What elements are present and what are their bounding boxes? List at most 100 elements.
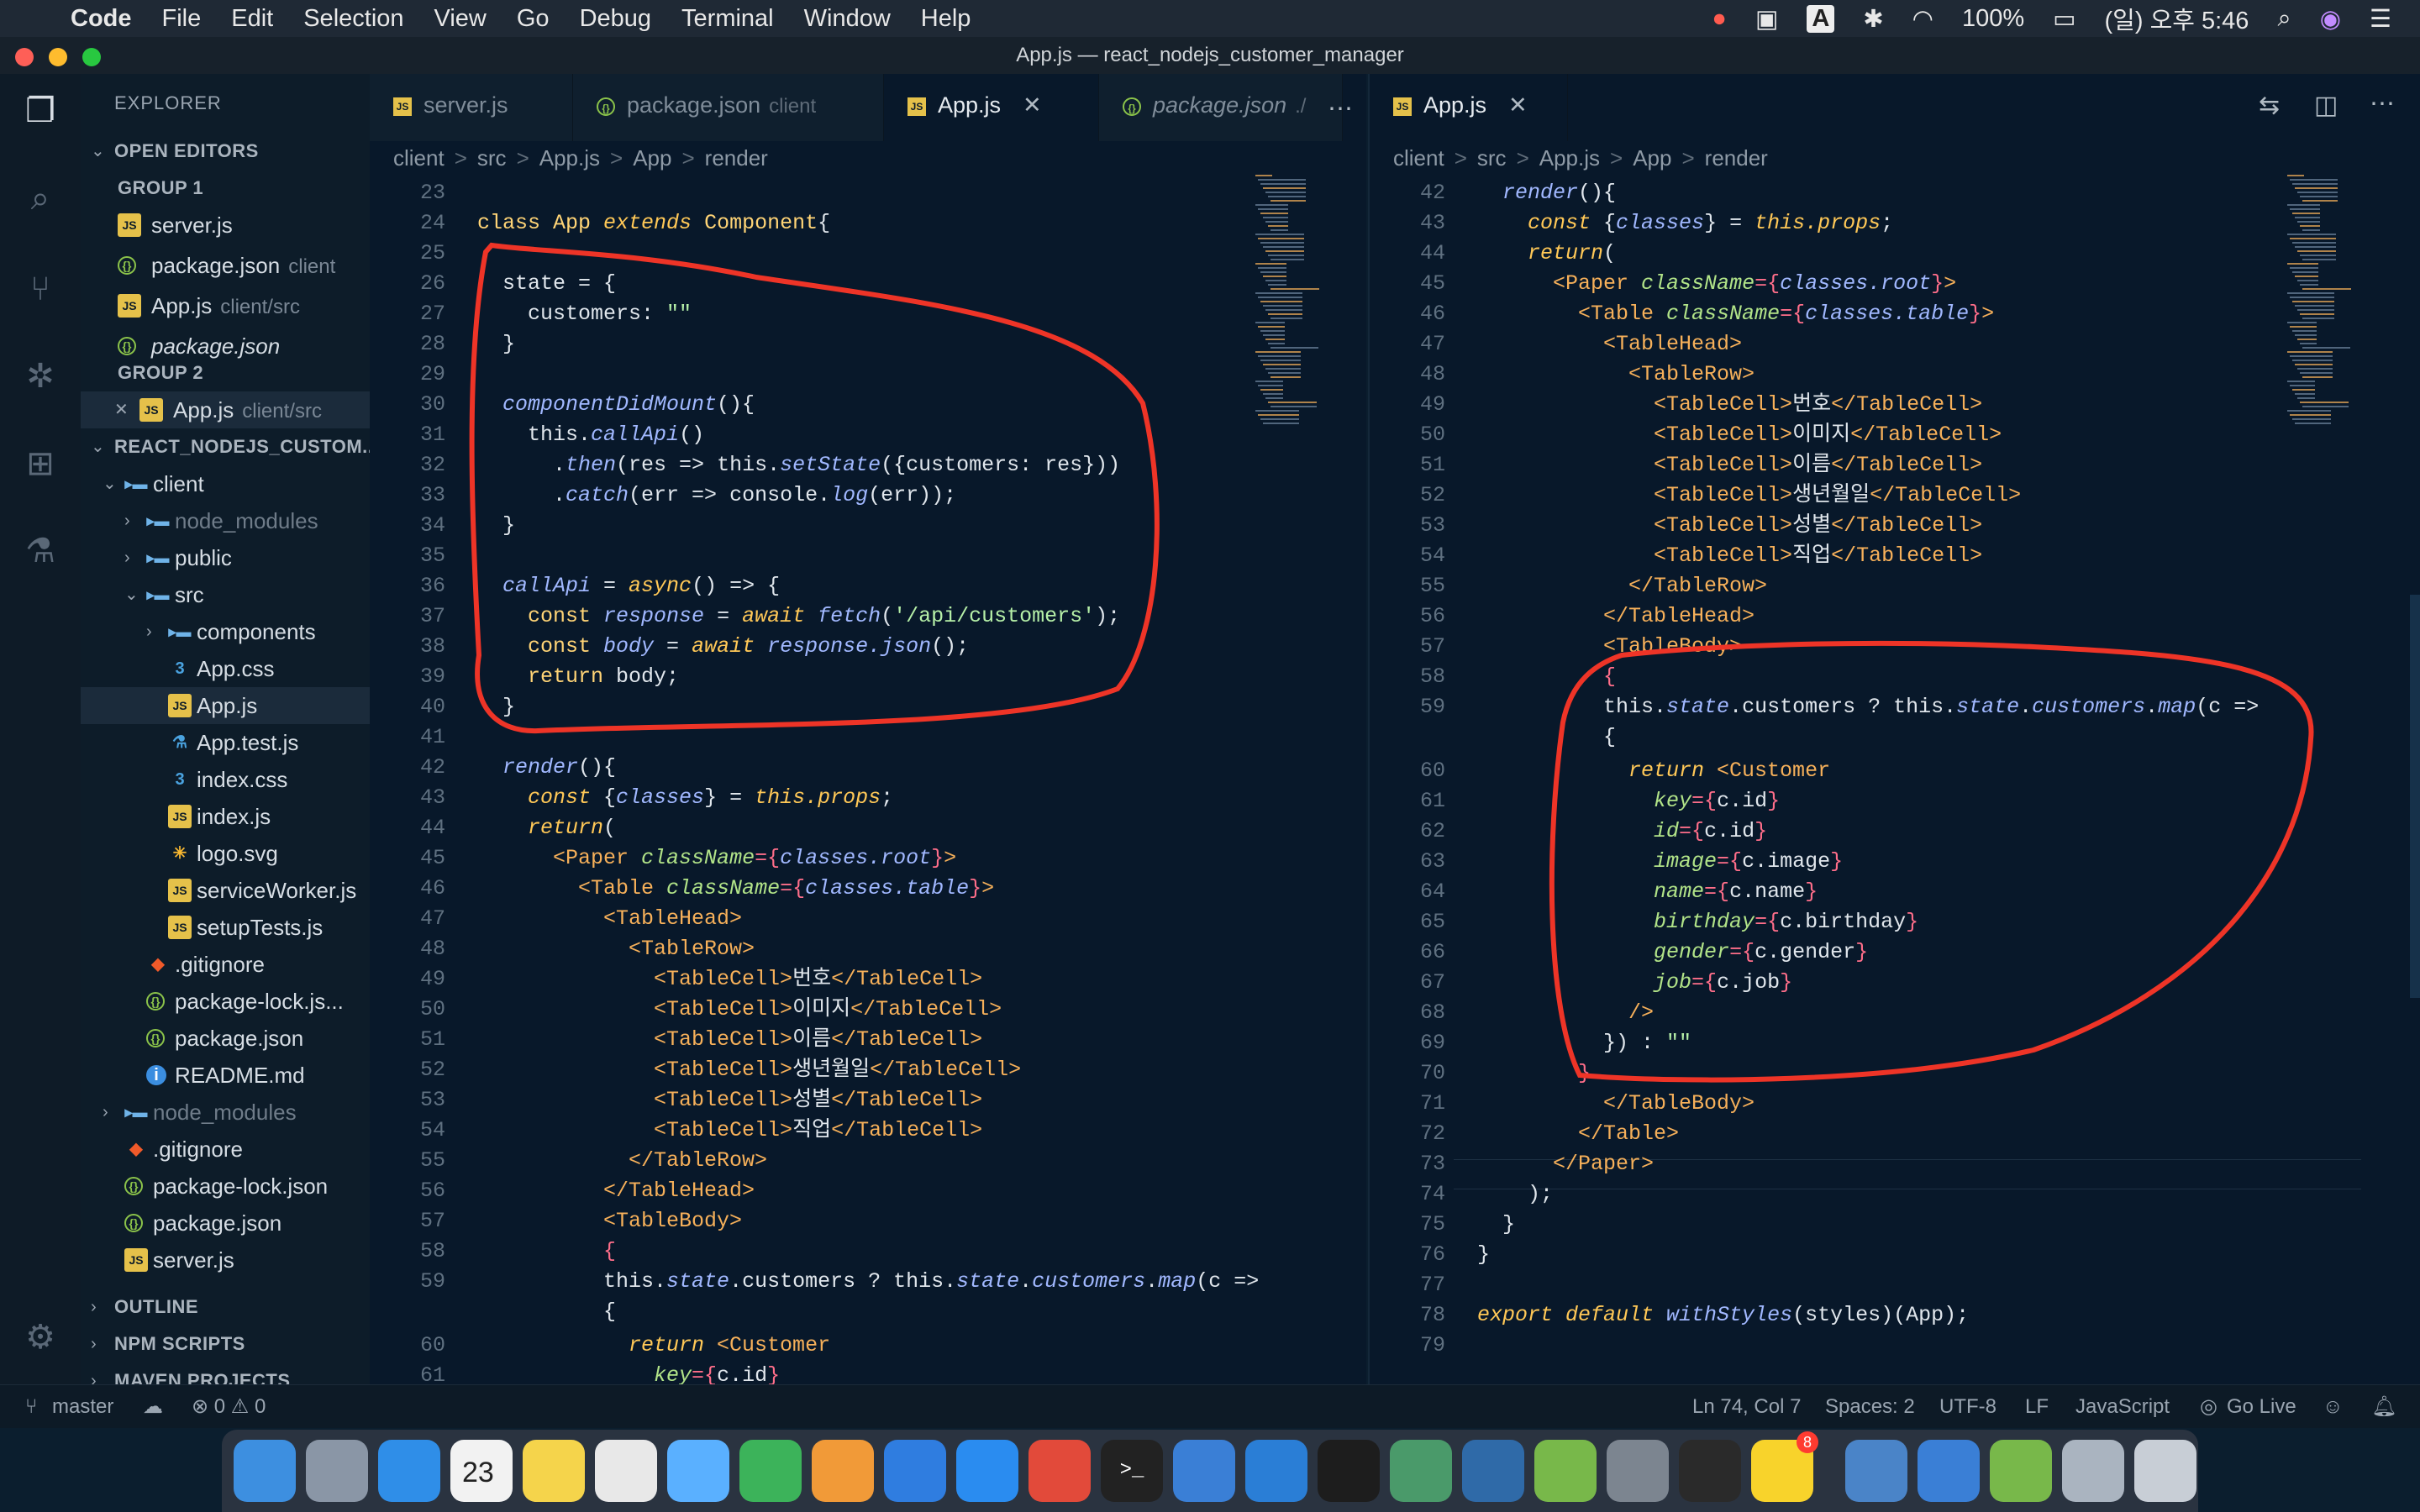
app-menu[interactable]: Code — [71, 5, 132, 33]
indentation[interactable]: Spaces: 2 — [1825, 1385, 1915, 1429]
numbers-icon[interactable] — [739, 1440, 802, 1502]
open-editor-g2-0[interactable]: ✕ JS App.js client/src — [81, 391, 370, 428]
editor1-tab-0[interactable]: JS server.js — [370, 74, 573, 141]
mysql-workbench-icon[interactable] — [1462, 1440, 1524, 1502]
open-editors-section[interactable]: ⌄ OPEN EDITORS — [81, 133, 370, 170]
tree-item-2[interactable]: › ▸▬ public — [81, 539, 370, 576]
close-tab-icon[interactable]: ✕ — [1508, 92, 1528, 118]
menu-window[interactable]: Window — [804, 5, 891, 33]
language-mode[interactable]: JavaScript — [2075, 1385, 2170, 1429]
close-tab-icon[interactable]: ✕ — [1023, 92, 1042, 118]
editor1-tab-2[interactable]: JS App.js ✕ — [884, 74, 1099, 141]
tree-item-13[interactable]: ◆ .gitignore — [81, 946, 370, 983]
feedback-icon[interactable]: ☺ — [2323, 1385, 2344, 1429]
editor1-crumb-0[interactable]: client — [393, 145, 445, 171]
encoding[interactable]: UTF-8 — [1939, 1385, 1996, 1429]
notifications-bell-icon[interactable]: 🔔︎ — [2371, 1385, 2396, 1429]
tree-item-15[interactable]: {} package.json — [81, 1020, 370, 1057]
vscode-icon[interactable] — [1245, 1440, 1307, 1502]
menu-edit[interactable]: Edit — [231, 5, 273, 33]
split-editor-icon[interactable]: ◫ — [2314, 91, 2338, 120]
tree-item-20[interactable]: {} package.json — [81, 1205, 370, 1242]
line-ending[interactable]: LF — [2025, 1385, 2049, 1429]
activity-monitor-icon[interactable] — [1679, 1440, 1741, 1502]
menu-selection[interactable]: Selection — [303, 5, 403, 33]
tree-item-0[interactable]: ⌄ ▸▬ client — [81, 465, 370, 502]
close-icon[interactable]: ✕ — [114, 391, 129, 428]
editor2-crumb-0[interactable]: client — [1393, 145, 1444, 171]
keynote-icon[interactable] — [884, 1440, 946, 1502]
group-1-header[interactable]: GROUP 1 — [81, 170, 370, 207]
tree-item-7[interactable]: ⚗ App.test.js — [81, 724, 370, 761]
kakaotalk-icon[interactable]: 8 — [1751, 1431, 1818, 1502]
menu-file[interactable]: File — [162, 5, 202, 33]
wifi-icon[interactable]: ◠ — [1912, 4, 1933, 34]
minimize-window-button[interactable] — [49, 48, 67, 66]
safari-icon[interactable] — [378, 1440, 440, 1502]
editor-group-2[interactable]: JS App.js ✕ ⇆ ◫ ⋯ client > src > App.js > App > re… — [1368, 74, 2420, 1384]
menu-view[interactable]: View — [434, 5, 487, 33]
sync-icon[interactable]: ☁ — [143, 1385, 163, 1429]
source-control-icon[interactable]: ⑂ — [20, 269, 60, 309]
pages-icon[interactable] — [812, 1440, 874, 1502]
trash-icon[interactable] — [2134, 1440, 2196, 1502]
editor2-crumb-4[interactable]: App.js — [1539, 145, 1600, 171]
launchpad-icon[interactable] — [306, 1440, 368, 1502]
extensions-icon[interactable]: ⊞ — [20, 444, 60, 484]
menu-help[interactable]: Help — [921, 5, 971, 33]
search-icon[interactable]: ⌕ — [20, 178, 60, 218]
downloads-icon[interactable] — [2062, 1440, 2124, 1502]
menu-terminal[interactable]: Terminal — [681, 5, 774, 33]
tree-item-17[interactable]: › ▸▬ node_modules — [81, 1094, 370, 1131]
messages-icon[interactable] — [667, 1440, 729, 1502]
xcode-simulator-icon[interactable] — [1918, 1440, 1980, 1502]
keyboard-input-icon[interactable]: A — [1807, 4, 1835, 33]
tree-item-4[interactable]: › ▸▬ components — [81, 613, 370, 650]
branch-icon[interactable]: ⑂ — [25, 1385, 37, 1429]
terminal-icon[interactable]: >_ — [1101, 1440, 1163, 1502]
open-editor-1[interactable]: {} package.json client — [81, 247, 370, 284]
xcode-icon[interactable] — [1173, 1440, 1235, 1502]
notification-icon[interactable]: ● — [1712, 5, 1727, 33]
editor2-tab-0[interactable]: JS App.js ✕ — [1370, 74, 1568, 141]
editor2-crumb-8[interactable]: render — [1705, 145, 1768, 171]
tree-item-11[interactable]: JS serviceWorker.js — [81, 872, 370, 909]
pycharm-icon[interactable] — [1318, 1440, 1380, 1502]
menu-debug[interactable]: Debug — [580, 5, 651, 33]
editor1-crumb-2[interactable]: src — [477, 145, 507, 171]
close-window-button[interactable] — [15, 48, 34, 66]
app-store-icon[interactable] — [956, 1440, 1018, 1502]
bluetooth-icon[interactable]: ✱ — [1863, 4, 1883, 34]
editor-group-1[interactable]: JS server.js {} package.json client JS App.js ✕… — [370, 74, 1366, 1384]
editor2-crumb-2[interactable]: src — [1477, 145, 1507, 171]
tree-item-12[interactable]: JS setupTests.js — [81, 909, 370, 946]
tree-item-8[interactable]: 3 index.css — [81, 761, 370, 798]
git-branch[interactable]: master — [52, 1385, 113, 1429]
editor2-crumb-6[interactable]: App — [1633, 145, 1671, 171]
calendar-icon[interactable]: 23 — [450, 1440, 513, 1502]
editor-more-actions-icon[interactable]: ⋯ — [2370, 89, 2395, 118]
tree-item-18[interactable]: ◆ .gitignore — [81, 1131, 370, 1168]
explorer-icon[interactable]: ❐ — [20, 91, 60, 131]
tree-item-14[interactable]: {} package-lock.js... — [81, 983, 370, 1020]
go-live-icon[interactable]: ◎ — [2200, 1385, 2217, 1429]
tree-item-16[interactable]: i README.md — [81, 1057, 370, 1094]
outline-section[interactable]: › OUTLINE — [81, 1289, 370, 1326]
debug-icon[interactable]: ✲ — [20, 356, 60, 396]
textedit-icon[interactable] — [595, 1440, 657, 1502]
minimap-1[interactable] — [1252, 175, 1319, 477]
scrollbar-2[interactable] — [2410, 595, 2420, 998]
tree-item-1[interactable]: › ▸▬ node_modules — [81, 502, 370, 539]
compare-changes-icon[interactable]: ⇆ — [2259, 91, 2280, 120]
more-actions-icon[interactable]: ⋯ — [1328, 94, 1353, 123]
cursor-position[interactable]: Ln 74, Col 7 — [1692, 1385, 1801, 1429]
npm-scripts-section[interactable]: › NPM SCRIPTS — [81, 1326, 370, 1362]
notification-center-icon[interactable]: ☰ — [2370, 4, 2391, 34]
finder-icon[interactable] — [234, 1440, 296, 1502]
tree-item-19[interactable]: {} package-lock.json — [81, 1168, 370, 1205]
tree-item-10[interactable]: ✳ logo.svg — [81, 835, 370, 872]
notes-icon[interactable] — [523, 1440, 585, 1502]
go-live-button[interactable]: Go Live — [2227, 1385, 2296, 1429]
settings-gear-icon[interactable]: ⚙ — [20, 1317, 60, 1357]
android-icon[interactable] — [1990, 1440, 2052, 1502]
